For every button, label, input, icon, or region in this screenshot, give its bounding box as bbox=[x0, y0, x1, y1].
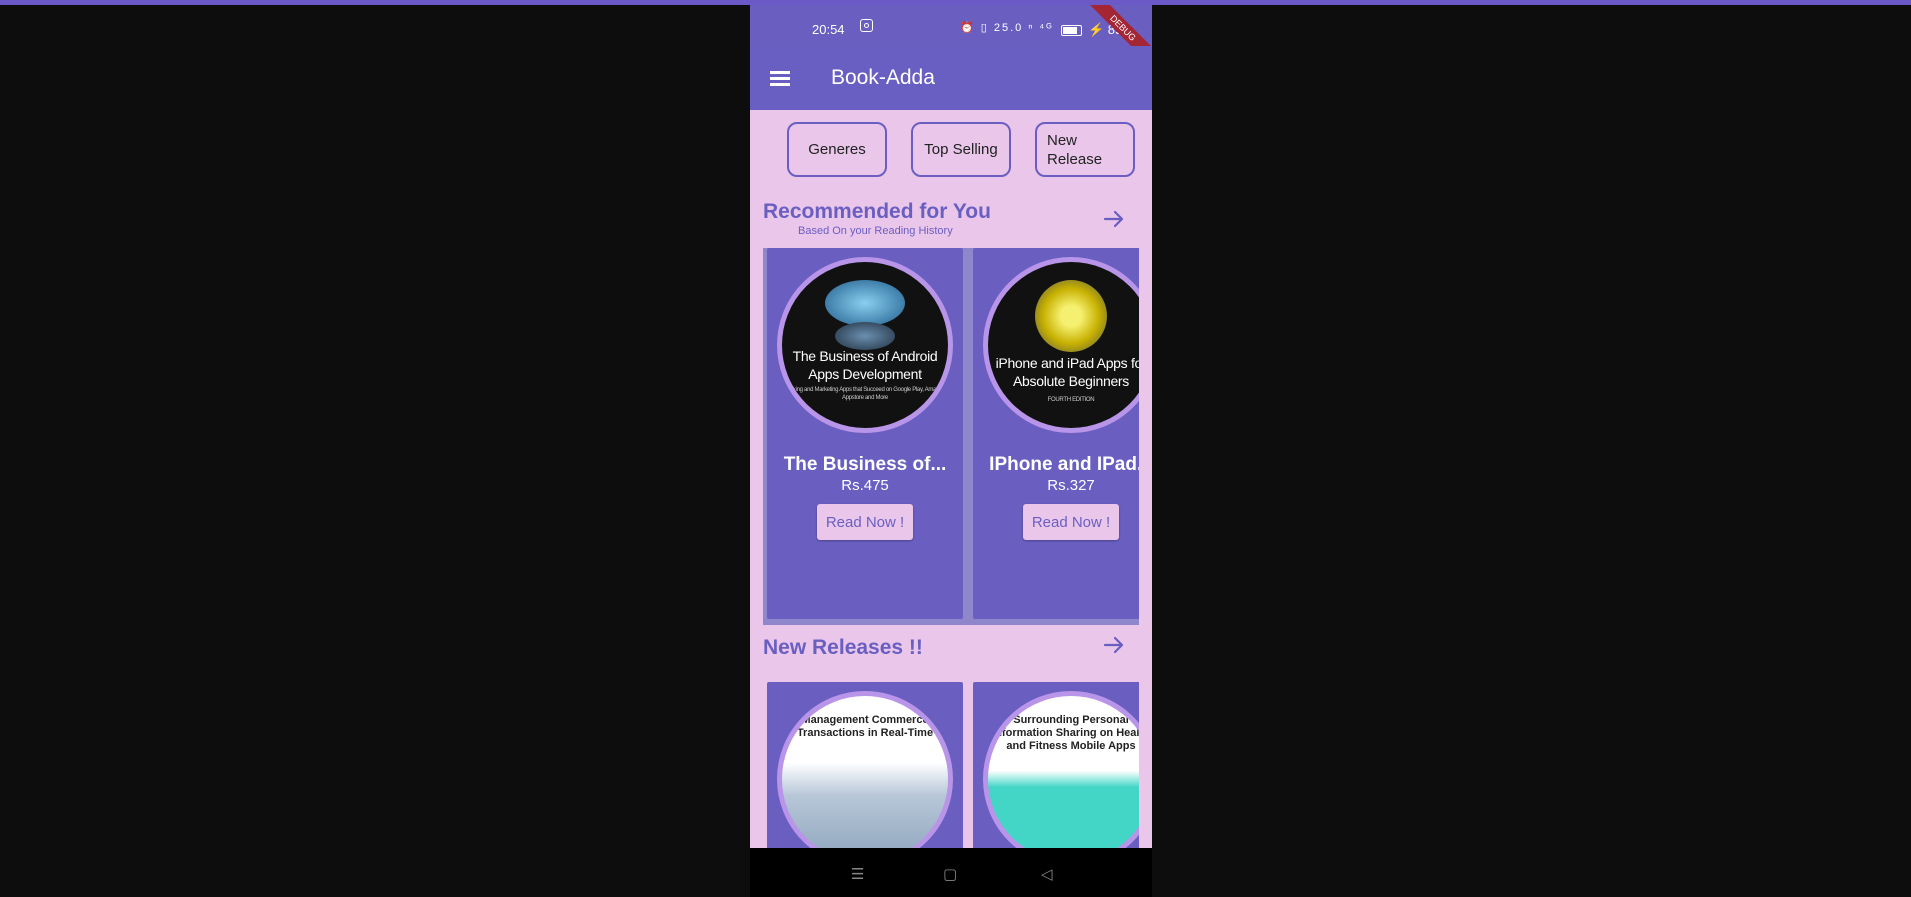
book-cover: Surrounding Personal Information Sharing… bbox=[983, 691, 1139, 848]
book-cover-subtitle: FOURTH EDITION bbox=[1047, 397, 1095, 403]
read-now-button[interactable]: Read Now ! bbox=[817, 504, 913, 540]
system-nav-bar: ☰ ▢ ◁ bbox=[750, 848, 1152, 897]
back-icon[interactable]: ◁ bbox=[1041, 865, 1053, 883]
book-card[interactable]: Surrounding Personal Information Sharing… bbox=[973, 682, 1139, 848]
book-cover: The Business of Android Apps Development… bbox=[777, 257, 953, 433]
book-title: The Business of... bbox=[783, 454, 947, 475]
book-title: IPhone and IPad... bbox=[989, 454, 1139, 475]
book-card[interactable]: iPhone and iPad Apps for Absolute Beginn… bbox=[973, 248, 1139, 619]
hamburger-menu-icon[interactable] bbox=[770, 71, 790, 87]
book-cover-title: Management Commerce Transactions in Real… bbox=[796, 714, 934, 739]
battery-icon bbox=[1061, 25, 1082, 36]
recommended-subtitle: Based On your Reading History bbox=[798, 225, 953, 237]
instagram-icon bbox=[860, 19, 873, 32]
book-cover-title: The Business of Android Apps Development bbox=[792, 348, 938, 382]
status-icons: ⏰ ▯ 25.0 ⁿ ⁴ᴳ bbox=[960, 22, 1054, 34]
recents-icon[interactable]: ☰ bbox=[851, 865, 864, 883]
book-cover: iPhone and iPad Apps for Absolute Beginn… bbox=[983, 257, 1139, 433]
main-content[interactable]: Generes Top Selling New Release Recommen… bbox=[750, 110, 1152, 848]
recommended-title: Recommended for You bbox=[763, 200, 991, 223]
book-cover-subtitle: Making and Marketing Apps that Succeed o… bbox=[785, 387, 945, 401]
new-releases-carousel[interactable]: Management Commerce Transactions in Real… bbox=[763, 682, 1139, 848]
phone-screen: 20:54 ⏰ ▯ 25.0 ⁿ ⁴ᴳ ⚡ 89 DEBUG Book-Adda… bbox=[750, 5, 1152, 897]
book-price: Rs.327 bbox=[1047, 477, 1095, 494]
app-bar: Book-Adda bbox=[750, 46, 1152, 110]
home-icon[interactable]: ▢ bbox=[943, 865, 957, 883]
recommended-carousel[interactable]: The Business of Android Apps Development… bbox=[763, 248, 1139, 625]
chip-generes[interactable]: Generes bbox=[787, 122, 887, 177]
book-cover: Management Commerce Transactions in Real… bbox=[777, 691, 953, 848]
new-releases-title: New Releases !! bbox=[763, 636, 923, 659]
book-card[interactable]: The Business of Android Apps Development… bbox=[767, 248, 963, 619]
book-price: Rs.475 bbox=[841, 477, 889, 494]
book-cover-title: Surrounding Personal Information Sharing… bbox=[992, 714, 1139, 752]
chip-top-selling[interactable]: Top Selling bbox=[911, 122, 1011, 177]
status-bar: 20:54 ⏰ ▯ 25.0 ⁿ ⁴ᴳ ⚡ 89 DEBUG bbox=[750, 5, 1152, 72]
read-now-button[interactable]: Read Now ! bbox=[1023, 504, 1119, 540]
book-cover-title: iPhone and iPad Apps for Absolute Beginn… bbox=[995, 355, 1139, 389]
status-time: 20:54 bbox=[812, 22, 845, 37]
app-title: Book-Adda bbox=[831, 66, 935, 89]
book-card[interactable]: Management Commerce Transactions in Real… bbox=[767, 682, 963, 848]
recommended-arrow-icon[interactable] bbox=[1102, 207, 1126, 231]
new-releases-arrow-icon[interactable] bbox=[1102, 633, 1126, 657]
chip-new-release[interactable]: New Release bbox=[1035, 122, 1135, 177]
